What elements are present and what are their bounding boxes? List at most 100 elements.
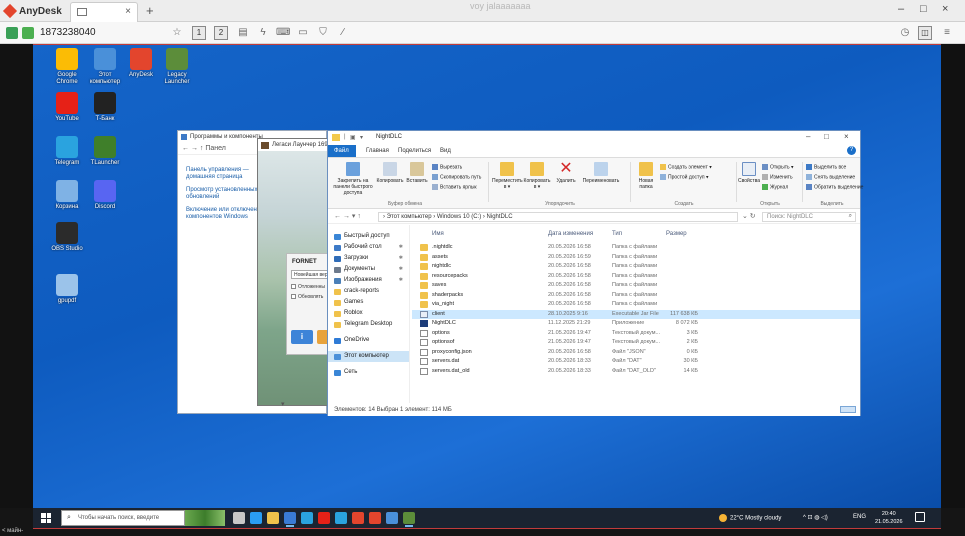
desktop-icon[interactable]: Google Chrome [47,48,87,86]
desktop-icon[interactable]: Т-Банк [85,92,125,123]
file-row[interactable]: NightDLC 11.12.2025 21:29 Приложение 8 072 … [412,319,860,328]
help-icon[interactable]: ? [847,146,856,155]
properties-button[interactable]: Свойства [738,162,760,184]
maximize-button[interactable]: □ [920,3,927,15]
new-folder-button[interactable]: Новая папка [634,162,658,190]
sessions-icon[interactable]: ◫ [918,26,932,40]
desktop-icon[interactable]: TLauncher [85,136,125,167]
keyboard-icon[interactable]: ⌨ [276,26,290,40]
launcher-checkbox-delayed[interactable]: Отложенны [291,284,325,290]
permissions-icon[interactable]: ⛉ [316,26,330,40]
view-mode-icon[interactable] [840,406,856,413]
taskbar-app-icon[interactable] [233,512,245,524]
desktop-icon[interactable]: Discord [85,180,125,211]
file-row[interactable]: .nightdlc 20.05.2026 16:58 Папка с файлами [412,243,860,252]
taskbar-app-icon[interactable] [403,512,415,527]
quick-access-dropdown-icon[interactable]: ▾ [360,134,363,141]
desktop-icon[interactable]: Корзина [47,180,87,211]
file-row[interactable]: options 21.05.2026 19:47 Текстовый докум..… [412,329,860,338]
minimize-button[interactable]: – [898,3,904,15]
copy-path-button[interactable]: Скопировать путь [432,174,481,180]
invert-selection-button[interactable]: Обратить выделение [806,184,863,190]
nav-pane-item[interactable]: Сеть [328,367,409,378]
copy-button[interactable]: Копировать [376,162,404,184]
pin-quick-access-button[interactable]: Закрепить на панели быстрого доступа [330,162,376,196]
file-row[interactable]: servers.dat_old 20.05.2026 18:33 Файл "DAT… [412,367,860,376]
start-button[interactable] [41,513,51,523]
select-all-button[interactable]: Выделить все [806,164,846,170]
file-row[interactable]: assets 20.05.2026 16:59 Папка с файлами [412,253,860,262]
refresh-button[interactable]: ⌄ ↻ [742,212,756,220]
explorer-window[interactable]: | ▣ ▾ NightDLC – □ × Файл Главная Подели… [327,130,863,416]
clock[interactable]: 20:40 21.05.2026 [875,510,903,526]
taskbar-search[interactable]: ⌕ Чтобы начать поиск, введите [61,510,185,526]
weather-widget[interactable]: 22°C Mostly cloudy [719,514,781,522]
nav-pane-item[interactable]: OneDrive [328,335,409,346]
nav-pane-item[interactable]: Изображения ✱ [328,275,409,286]
file-row[interactable]: via_night 20.05.2026 16:58 Папка с файлами [412,300,860,309]
desktop-icon[interactable]: Telegram [47,136,87,167]
cp-link-features[interactable]: Включение или отключение компонентов Win… [186,207,266,221]
taskbar-app-icon[interactable] [284,512,296,527]
system-tray[interactable]: ^ ⊡ ◍ ◁) [803,514,828,521]
explorer-maximize[interactable]: □ [824,132,829,141]
file-row[interactable]: shaderpacks 20.05.2026 16:58 Папка с файла… [412,291,860,300]
actions-icon[interactable]: ϟ [256,26,270,40]
history-button[interactable]: Журнал [762,184,788,190]
desktop-icon[interactable]: YouTube [47,92,87,123]
column-name[interactable]: Имя [432,231,444,237]
history-icon[interactable]: ◷ [898,26,912,40]
rename-button[interactable]: Переименовать [578,162,624,184]
launcher-info-button[interactable]: i [291,330,313,344]
quick-access-properties-icon[interactable]: ▣ [350,134,356,141]
explorer-close[interactable]: × [844,132,849,141]
close-button[interactable]: × [942,3,948,15]
cp-link-home[interactable]: Панель управления — домашняя страница [186,167,266,181]
display-icon[interactable]: 1 [192,26,206,40]
file-row[interactable]: optionsof 21.05.2026 19:47 Текстовый докум… [412,338,860,347]
taskbar-app-icon[interactable] [301,512,313,524]
notification-icon[interactable] [915,512,925,522]
taskbar-app-icon[interactable] [369,512,381,524]
nav-pane-item[interactable]: Документы ✱ [328,264,409,275]
tab-file[interactable]: Файл [328,145,356,157]
file-row[interactable]: client 28.10.2025 9:16 Executable Jar File… [412,309,860,319]
remote-desktop[interactable]: Google Chrome Этот компьютер AnyDesk Legacy… [33,44,941,508]
nav-buttons[interactable]: ← → ▾ ↑ [334,212,361,220]
star-icon[interactable]: ☆ [170,26,184,40]
nav-pane-item[interactable]: Рабочий стол ✱ [328,242,409,253]
move-to-button[interactable]: Переместить в ▾ [492,162,523,190]
nav-pane-item[interactable]: Этот компьютер [328,351,409,362]
file-row[interactable]: saves 20.05.2026 16:58 Папка с файлами [412,281,860,290]
easy-access-button[interactable]: Простой доступ ▾ [660,174,709,180]
whiteboard-pen-icon[interactable]: ∕ [336,26,350,40]
nav-pane-item[interactable]: Roblox [328,308,409,319]
desktop-icon[interactable]: Этот компьютер [85,48,125,86]
taskbar-app-icon[interactable] [318,512,330,524]
desktop-icon[interactable]: OBS Studio [47,222,87,253]
desktop-icon[interactable]: AnyDesk [121,48,161,79]
nav-pane-item[interactable]: Games [328,297,409,308]
address-bar[interactable]: › Этот компьютер › Windows 10 (C:) › Nig… [378,212,738,222]
explorer-minimize[interactable]: – [806,132,810,141]
taskbar-app-icon[interactable] [352,512,364,524]
tab-view[interactable]: Вид [432,145,459,157]
tab-close-icon[interactable]: × [125,6,131,17]
nav-pane-item[interactable]: Telegram Desktop [328,319,409,330]
delete-button[interactable]: ✕ Удалить [554,161,578,185]
new-tab-button[interactable]: + [146,3,154,18]
file-row[interactable]: nightdlc 20.05.2026 16:58 Папка с файлами [412,262,860,271]
paste-shortcut-button[interactable]: Вставить ярлык [432,184,477,190]
launcher-checkbox-update[interactable]: Обновлять [291,294,323,300]
file-row[interactable]: proxyconfig.json 20.05.2026 16:58 Файл "JS… [412,348,860,357]
copy-to-button[interactable]: Копировать в ▾ [522,162,552,190]
select-none-button[interactable]: Снять выделение [806,174,855,180]
column-size[interactable]: Размер [666,231,687,237]
chat-icon[interactable]: ▭ [296,26,310,40]
taskbar-app-icon[interactable] [250,512,262,524]
file-manager-icon[interactable]: ▤ [236,26,250,40]
open-button[interactable]: Открыть ▾ [762,164,794,170]
nav-pane-item[interactable]: Быстрый доступ [328,231,409,242]
column-date[interactable]: Дата изменения [548,231,593,237]
remote-session-tab[interactable]: × [70,2,138,22]
